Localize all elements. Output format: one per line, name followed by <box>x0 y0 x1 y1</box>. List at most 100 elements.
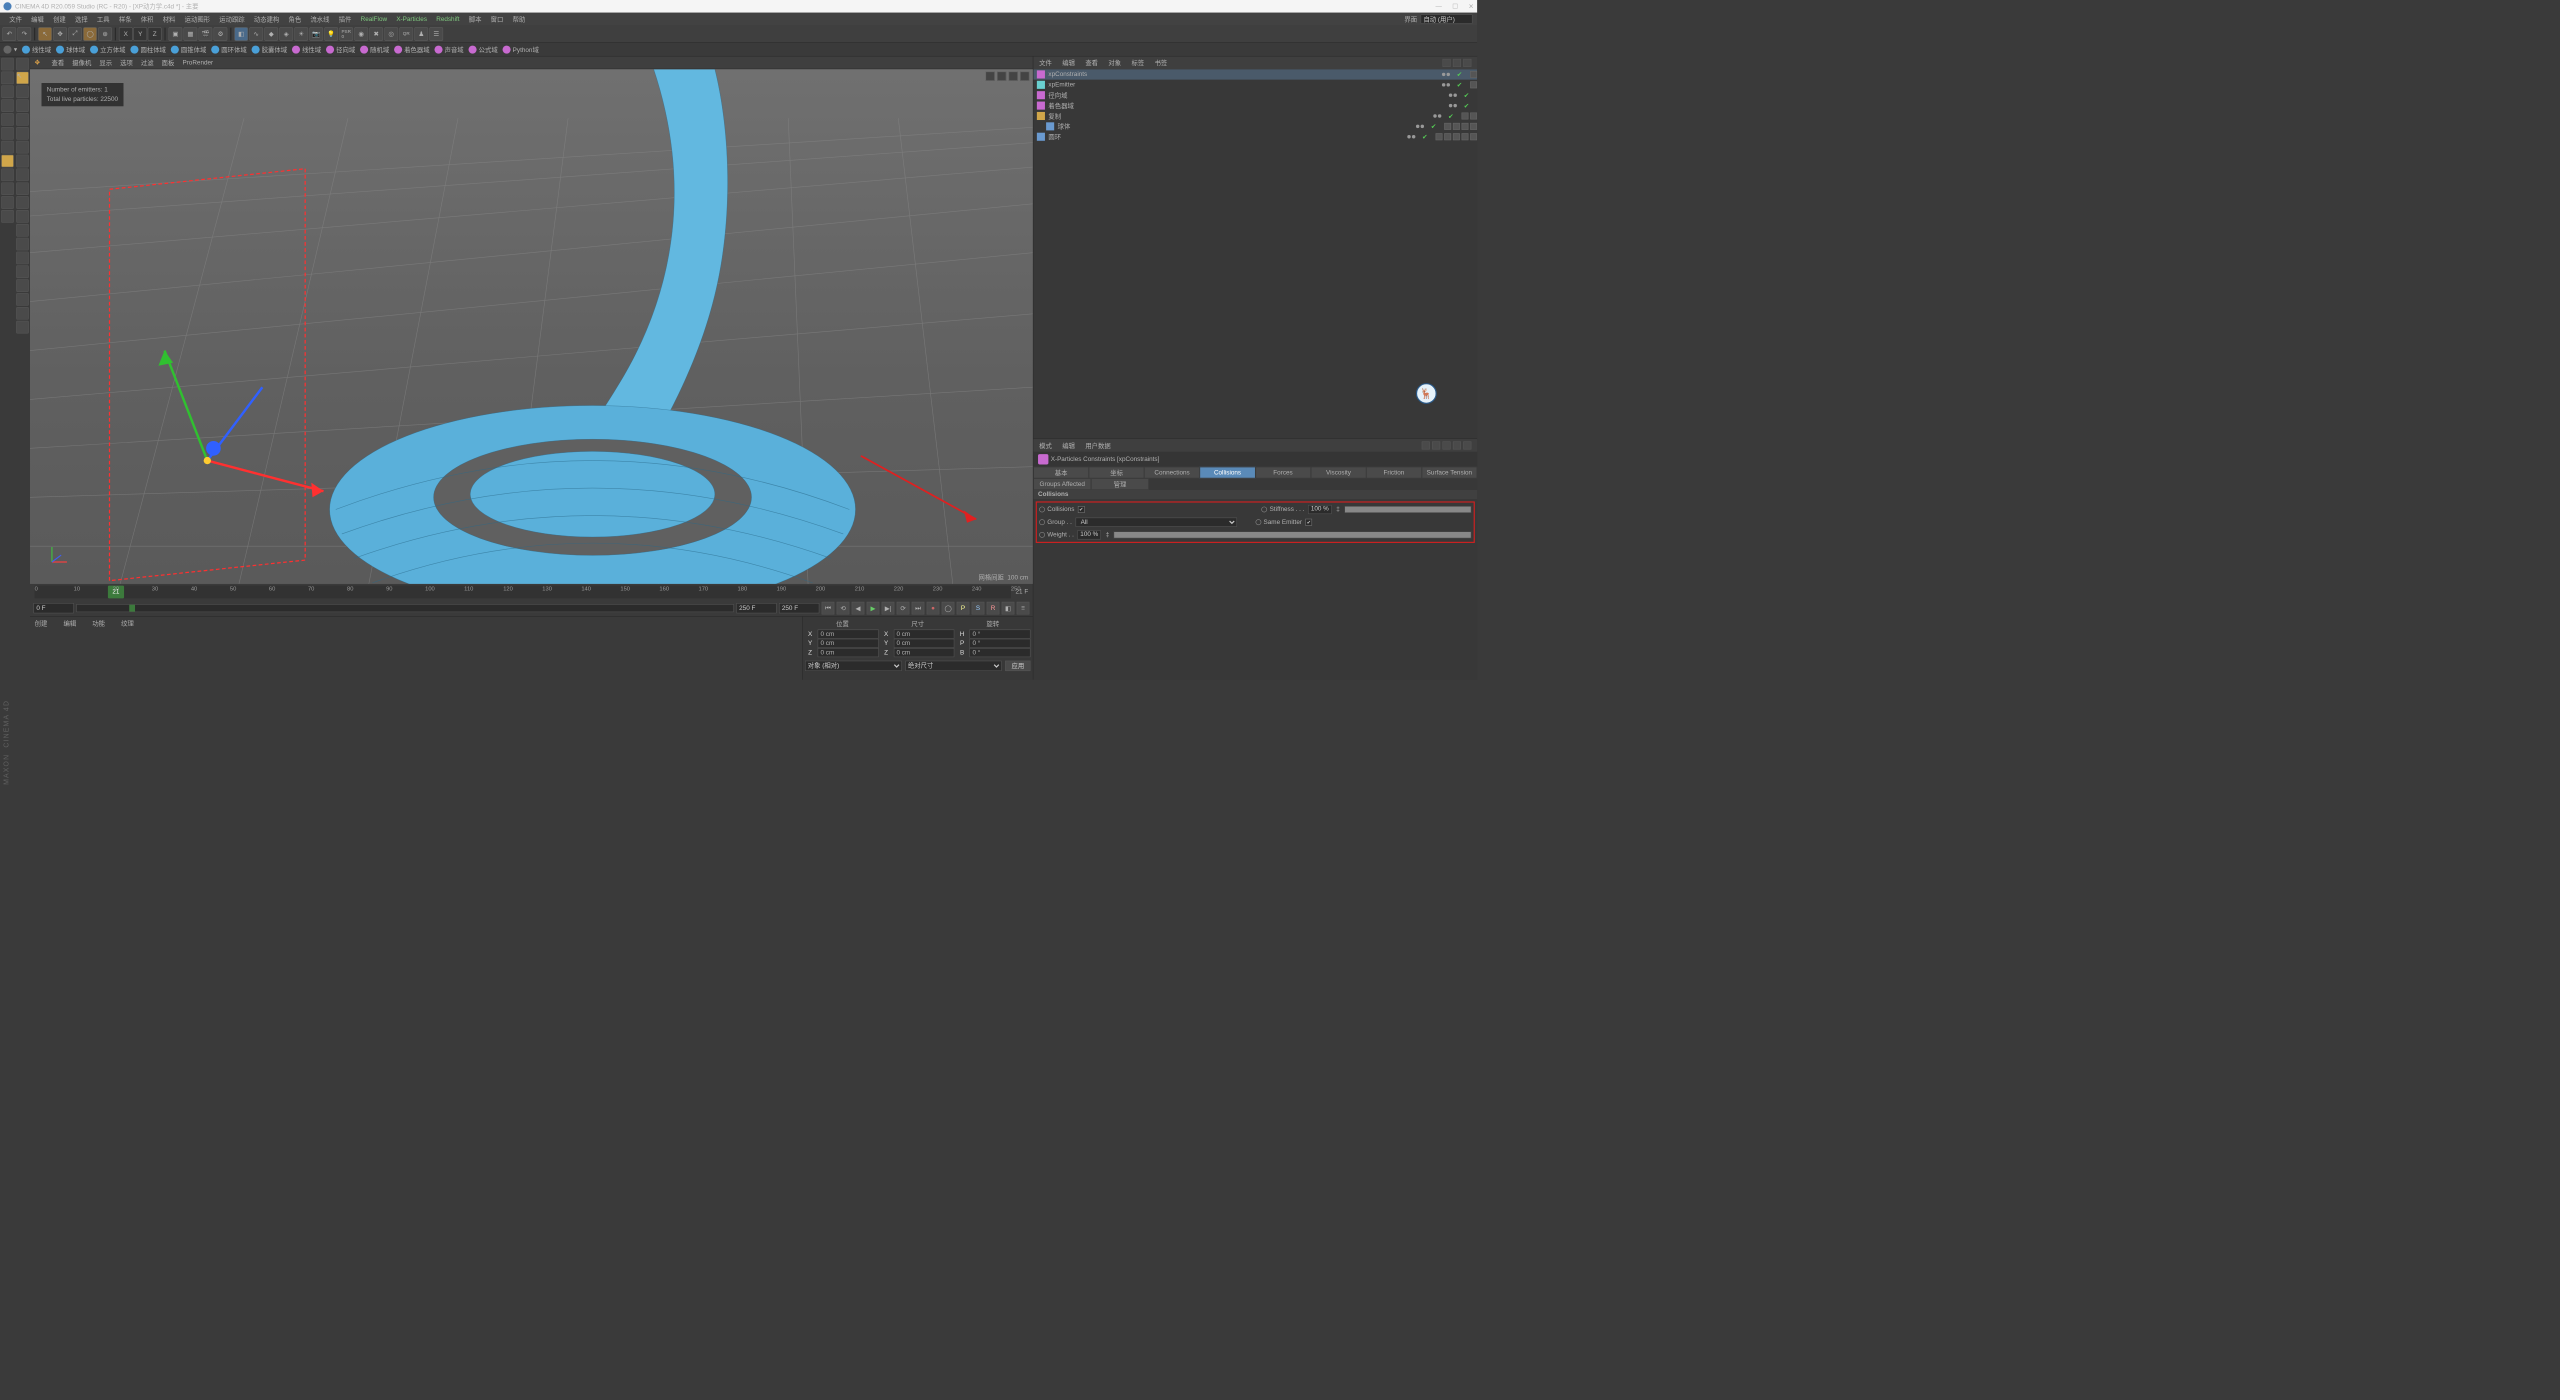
menu-体积[interactable]: 体积 <box>136 14 158 23</box>
layers-button[interactable] <box>1 210 14 223</box>
record-button[interactable]: ● <box>927 602 940 615</box>
ring-select-button[interactable] <box>16 141 29 154</box>
om-opts-icon[interactable] <box>1463 59 1471 67</box>
snap-toggle-button[interactable] <box>1 155 14 168</box>
field-圆柱体域[interactable]: 圆柱体域 <box>130 45 166 54</box>
attr-tab-Surface Tension[interactable]: Surface Tension <box>1422 467 1477 479</box>
menu-动态建构[interactable]: 动态建构 <box>249 14 284 23</box>
menu-插件[interactable]: 插件 <box>334 14 356 23</box>
extras-2-icon[interactable]: ☰ <box>429 27 443 41</box>
field-球体域[interactable]: 球体域 <box>56 45 85 54</box>
material-tab-纹理[interactable]: 纹理 <box>121 619 134 628</box>
field-圆锥体域[interactable]: 圆锥体域 <box>171 45 207 54</box>
frame-start-input[interactable] <box>33 603 73 613</box>
invert-select-button[interactable] <box>16 252 29 265</box>
menu-样条[interactable]: 样条 <box>114 14 136 23</box>
attr-tab-Forces[interactable]: Forces <box>1255 467 1310 479</box>
tree-item-xpEmitter[interactable]: xpEmitter✔ <box>1033 80 1477 90</box>
path-select-button[interactable] <box>16 168 29 181</box>
om-tab-标签[interactable]: 标签 <box>1131 58 1144 67</box>
material-tab-编辑[interactable]: 编辑 <box>63 619 76 628</box>
menu-窗口[interactable]: 窗口 <box>486 14 508 23</box>
om-tab-查看[interactable]: 查看 <box>1085 58 1098 67</box>
select-tool[interactable]: ↖ <box>38 27 52 41</box>
am-nav-fwd-icon[interactable] <box>1432 441 1440 449</box>
axis-y-toggle[interactable]: Y <box>133 27 147 41</box>
field-径向域[interactable]: 径向域 <box>326 45 355 54</box>
field-线性域[interactable]: 线性域 <box>22 45 51 54</box>
material-tab-功能[interactable]: 功能 <box>92 619 105 628</box>
viewport[interactable]: Number of emitters: 1 Total live particl… <box>30 69 1033 584</box>
maximize-button[interactable]: ☐ <box>1452 3 1458 11</box>
menu-流水线[interactable]: 流水线 <box>306 14 334 23</box>
field-声音域[interactable]: 声音域 <box>434 45 463 54</box>
close-button[interactable]: ✕ <box>1468 3 1473 11</box>
prev-frame-button[interactable]: ◀ <box>852 602 865 615</box>
last-tool[interactable]: ⊕ <box>98 27 112 41</box>
field-立方体域[interactable]: 立方体域 <box>90 45 126 54</box>
view-tab-面板[interactable]: 面板 <box>162 58 175 67</box>
menu-角色[interactable]: 角色 <box>284 14 306 23</box>
key-s-button[interactable]: S <box>972 602 985 615</box>
field-圆环体域[interactable]: 圆环体域 <box>211 45 247 54</box>
extras-1-icon[interactable]: ♟ <box>414 27 428 41</box>
menu-选择[interactable]: 选择 <box>70 14 92 23</box>
animate-mode-button[interactable] <box>1 182 14 195</box>
live-select-button[interactable]: ↖ <box>16 72 29 85</box>
menu-编辑[interactable]: 编辑 <box>27 14 49 23</box>
redshift-icon[interactable]: ◉ <box>354 27 368 41</box>
attr-tab-基本[interactable]: 基本 <box>1033 467 1088 479</box>
next-frame-button[interactable]: ▶| <box>882 602 895 615</box>
group-select[interactable]: All <box>1075 518 1237 527</box>
tree-item-复制[interactable]: 复制✔ <box>1033 111 1477 121</box>
rotate-tool[interactable]: ◯ <box>83 27 97 41</box>
make-editable-button[interactable] <box>16 58 29 71</box>
am-lock-icon[interactable] <box>1453 441 1461 449</box>
tree-item-xpConstraints[interactable]: xpConstraints✔ <box>1033 69 1477 79</box>
stiffness-input[interactable]: 100 % <box>1308 505 1332 514</box>
tree-item-着色器域[interactable]: 着色器域✔ <box>1033 100 1477 110</box>
view-tab-摄像机[interactable]: 摄像机 <box>72 58 91 67</box>
om-tab-书签[interactable]: 书签 <box>1155 58 1168 67</box>
axis-mode-button[interactable] <box>1 141 14 154</box>
point-mode-button[interactable] <box>1 99 14 112</box>
view-tab-ProRender[interactable]: ProRender <box>182 59 213 66</box>
om-tab-编辑[interactable]: 编辑 <box>1062 58 1075 67</box>
minimize-button[interactable]: — <box>1436 3 1442 11</box>
edge-mode-button[interactable] <box>1 113 14 126</box>
field-线性域[interactable]: 线性域 <box>292 45 321 54</box>
outline-select-button[interactable] <box>16 196 29 209</box>
field-随机域[interactable]: 随机域 <box>360 45 389 54</box>
add-light-button[interactable]: 💡 <box>324 27 338 41</box>
coord-mode-1[interactable]: 对象 (相对) <box>805 661 902 671</box>
key-r-button[interactable]: R <box>987 602 1000 615</box>
prev-key-button[interactable]: ⟲ <box>837 602 850 615</box>
render-pv-button[interactable]: 🎬 <box>198 27 212 41</box>
axis-x-toggle[interactable]: X <box>119 27 133 41</box>
play-button[interactable]: ▶ <box>867 602 880 615</box>
menu-运动图形[interactable]: 运动图形 <box>180 14 215 23</box>
am-tab-编辑[interactable]: 编辑 <box>1062 441 1075 450</box>
add-environment-button[interactable]: ☀ <box>294 27 308 41</box>
redo-button[interactable]: ↷ <box>17 27 31 41</box>
field-公式域[interactable]: 公式域 <box>468 45 497 54</box>
weight-slider[interactable] <box>1114 531 1471 538</box>
scale-tool[interactable]: ⤢ <box>68 27 82 41</box>
am-opts-icon[interactable] <box>1463 441 1471 449</box>
stiffness-slider[interactable] <box>1344 506 1471 513</box>
render-settings-button[interactable]: ⚙ <box>213 27 227 41</box>
realflow-icon[interactable]: ◎ <box>384 27 398 41</box>
frame-end-input[interactable] <box>736 603 776 613</box>
view-tab-选项[interactable]: 选项 <box>120 58 133 67</box>
add-generator-button[interactable]: ◆ <box>264 27 278 41</box>
attr-tab-Viscosity[interactable]: Viscosity <box>1311 467 1366 479</box>
field-胶囊体域[interactable]: 胶囊体域 <box>251 45 287 54</box>
menu-X-Particles[interactable]: X-Particles <box>392 16 432 23</box>
menu-Redshift[interactable]: Redshift <box>432 16 465 23</box>
attr-tab-Collisions[interactable]: Collisions <box>1200 467 1255 479</box>
add-spline-button[interactable]: ∿ <box>249 27 263 41</box>
object-tree[interactable]: xpConstraints✔xpEmitter✔径向域✔着色器域✔复制✔球体✔圆… <box>1033 69 1477 438</box>
uv-mode-button[interactable] <box>1 168 14 181</box>
view-tab-过滤[interactable]: 过滤 <box>141 58 154 67</box>
am-nav-back-icon[interactable] <box>1422 441 1430 449</box>
